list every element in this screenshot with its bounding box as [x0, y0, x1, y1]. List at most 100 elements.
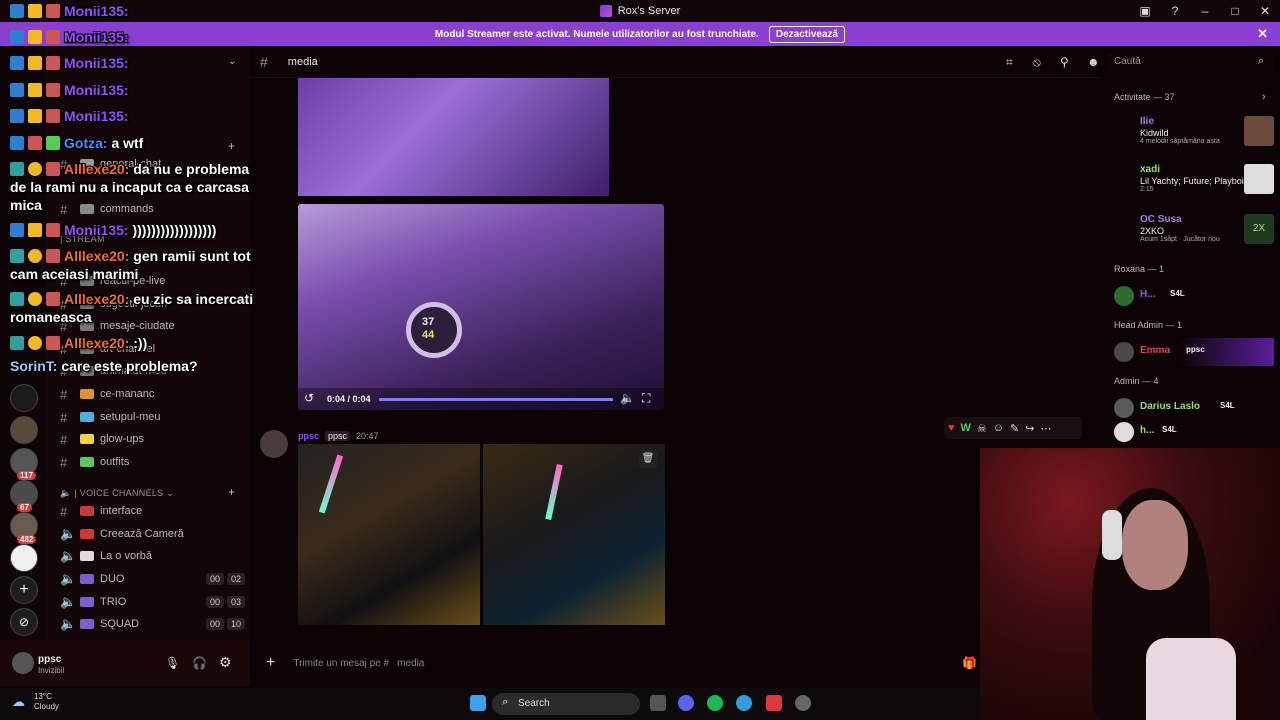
- badge-icon: [10, 56, 24, 70]
- add-reaction-icon[interactable]: ☺: [993, 422, 1004, 434]
- help-icon[interactable]: ?: [1160, 4, 1190, 18]
- reply-icon[interactable]: ↪: [1025, 422, 1034, 435]
- image-attachment[interactable]: 🗑: [483, 444, 665, 625]
- emote-icon: [46, 336, 60, 350]
- video-attachment[interactable]: 37 44 ↺ 0:04 / 0:04 🔈 ⛶: [298, 204, 664, 410]
- replay-icon[interactable]: ↺: [304, 391, 314, 405]
- avatar[interactable]: [12, 652, 34, 674]
- overlay-message: Monii135:: [10, 108, 129, 124]
- member-item[interactable]: Emma ppsc: [1114, 338, 1274, 366]
- inbox-icon[interactable]: ▣: [1130, 4, 1160, 18]
- more-icon[interactable]: ⋯: [1040, 422, 1051, 435]
- phone-emoji-icon: [80, 506, 94, 516]
- discord-icon[interactable]: [678, 695, 694, 711]
- fullscreen-icon[interactable]: ⛶: [642, 391, 650, 406]
- game-icon: 2X: [1244, 214, 1274, 244]
- channel-setupul-meu[interactable]: # setupul-meu: [60, 408, 245, 426]
- trash-icon[interactable]: 🗑: [639, 450, 657, 468]
- emote-icon: [46, 249, 60, 263]
- channel-ce-mananc[interactable]: # ce-mananc: [60, 385, 245, 403]
- message-actions: ♥ W ☠ ☺ ✎ ↪ ⋯: [944, 417, 1082, 439]
- channel-name: media: [287, 55, 318, 68]
- heart-reaction-icon[interactable]: ♥: [948, 422, 955, 434]
- threads-icon[interactable]: ⌗: [1006, 55, 1019, 69]
- unread-badge: 67: [17, 503, 32, 512]
- activity-item[interactable]: xadi Lil Yachty; Future; Playboi ... 2:1…: [1114, 164, 1274, 194]
- skull-reaction-icon[interactable]: ☠: [977, 422, 987, 435]
- overlay-message: Monii135:: [10, 29, 129, 45]
- unread-badge: 117: [17, 471, 36, 480]
- image-attachment[interactable]: [298, 78, 609, 196]
- message-author[interactable]: ppsc: [298, 431, 319, 441]
- headphones-icon[interactable]: 🎧: [192, 656, 207, 670]
- microphone-icon[interactable]: 🎙: [165, 656, 180, 670]
- banner-text: Modul Streamer este activat. Numele util…: [434, 28, 759, 40]
- spotify-icon[interactable]: [707, 695, 723, 711]
- member-item[interactable]: h... S4L: [1114, 418, 1274, 446]
- w-reaction-icon[interactable]: W: [961, 422, 971, 434]
- windows-start-icon[interactable]: [470, 695, 486, 711]
- edge-icon[interactable]: [736, 695, 752, 711]
- server-item[interactable]: 482: [10, 512, 38, 544]
- add-attachment-icon[interactable]: +: [266, 654, 275, 672]
- explore-icon[interactable]: ⊘: [10, 608, 38, 636]
- taskbar-search[interactable]: Search: [492, 693, 640, 715]
- member-list-icon[interactable]: ☻: [1087, 55, 1100, 69]
- category-voice[interactable]: 🔈 | VOICE CHANNELS ⌄: [60, 488, 174, 499]
- voice-la-o-vorba[interactable]: 🔈 La o vorbă: [60, 547, 245, 565]
- obs-icon[interactable]: [795, 695, 811, 711]
- window-title: Rox's Server: [617, 5, 681, 17]
- voice-duo[interactable]: 🔈 DUO 00 02: [60, 570, 245, 588]
- server-item[interactable]: 117: [10, 448, 38, 480]
- avatar[interactable]: [260, 430, 288, 458]
- add-voice-channel-icon[interactable]: +: [228, 485, 235, 499]
- app-icon[interactable]: [766, 695, 782, 711]
- badge-icon: [10, 136, 24, 150]
- server-item[interactable]: 67: [10, 480, 38, 512]
- settings-gear-icon[interactable]: ⚙: [219, 654, 232, 671]
- volume-icon[interactable]: 🔈: [620, 391, 635, 405]
- close-window-button[interactable]: ✕: [1250, 4, 1280, 18]
- voice-trio[interactable]: 🔈 TRIO 00 03: [60, 593, 245, 611]
- video-progress-bar[interactable]: [379, 398, 613, 401]
- channel-interface[interactable]: # interface: [60, 502, 245, 520]
- input-channel: media: [397, 657, 425, 669]
- close-banner-icon[interactable]: ✕: [1257, 26, 1268, 42]
- maximize-button[interactable]: □: [1220, 4, 1250, 18]
- video-time: 0:04 / 0:04: [327, 394, 371, 404]
- window-controls: ▣ ? – □ ✕: [1130, 0, 1280, 22]
- emote-icon: [46, 4, 60, 18]
- search-input[interactable]: Caută: [1108, 52, 1274, 72]
- channel-outfits[interactable]: # outfits: [60, 453, 245, 471]
- image-attachment[interactable]: [298, 444, 480, 625]
- gift-icon[interactable]: 🎁: [962, 656, 977, 670]
- disable-streamer-mode-button[interactable]: Dezactivează: [768, 25, 846, 43]
- overlay-message-cont: de la rami nu a incaput ca e carcasa: [10, 179, 249, 195]
- weather-widget[interactable]: ☁ 13°C Cloudy: [12, 692, 59, 712]
- message-input[interactable]: + Trimite un mesaj pe # media 🎁: [250, 648, 985, 678]
- server-w2g[interactable]: [10, 384, 38, 412]
- edit-icon[interactable]: ✎: [1010, 422, 1019, 435]
- album-cover: [1244, 164, 1274, 194]
- pin-icon[interactable]: ⚲: [1060, 55, 1073, 69]
- badge-icon: [10, 336, 24, 350]
- activity-item[interactable]: Ilie Kidwild 4 melodii săptămâna asta: [1114, 116, 1274, 146]
- speaker-icon: 🔈: [60, 594, 77, 609]
- minimize-button[interactable]: –: [1190, 4, 1220, 18]
- badge-icon: [10, 249, 24, 263]
- member-item[interactable]: H... S4L: [1114, 282, 1274, 310]
- server-cat[interactable]: [10, 416, 38, 444]
- voice-squad[interactable]: 🔈 SQUAD 00 10: [60, 615, 245, 633]
- task-view-icon[interactable]: [650, 695, 666, 711]
- emote-icon: [46, 136, 60, 150]
- cloud-icon: ☁: [12, 694, 25, 709]
- add-server-icon[interactable]: +: [10, 576, 38, 604]
- server-love[interactable]: [10, 544, 38, 572]
- notifications-muted-icon[interactable]: ⦸: [1033, 55, 1046, 69]
- sub-badge-icon: [28, 292, 42, 306]
- chevron-right-icon[interactable]: ›: [1262, 91, 1266, 103]
- voice-creeaza-camera[interactable]: 🔈 Creează Cameră: [60, 525, 245, 543]
- activity-item[interactable]: OC Susa 2XKO Acum 1săpt · Jucător nou 2X: [1114, 214, 1274, 244]
- emote-icon: [46, 56, 60, 70]
- channel-glow-ups[interactable]: # glow-ups: [60, 430, 245, 448]
